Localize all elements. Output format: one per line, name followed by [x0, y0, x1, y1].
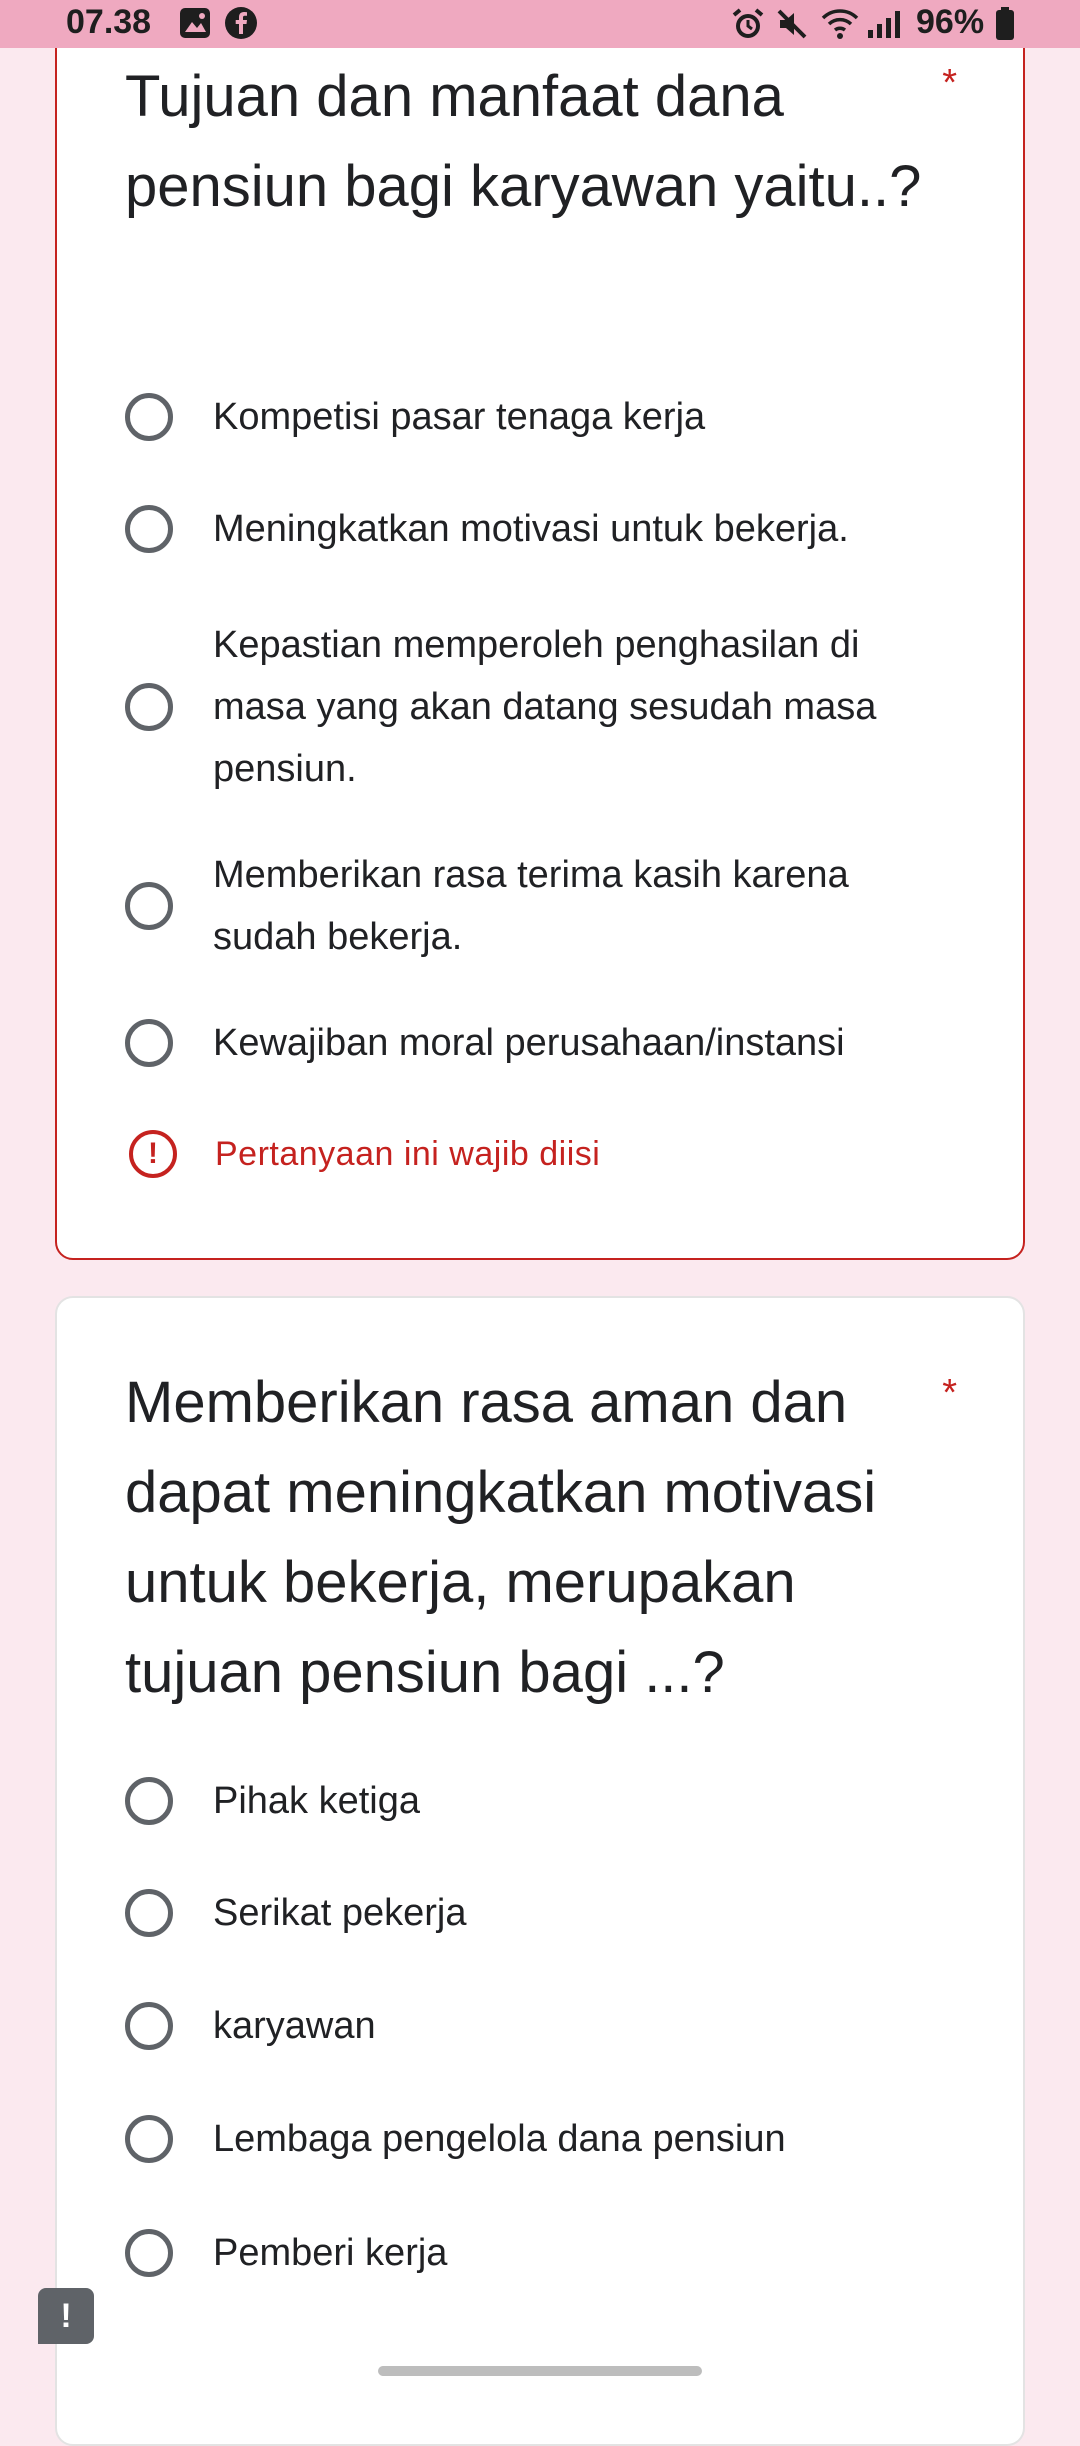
- required-marker: *: [942, 62, 957, 104]
- radio-button[interactable]: [125, 1019, 173, 1067]
- wifi-icon: [820, 6, 860, 47]
- radio-button[interactable]: [125, 2115, 173, 2163]
- home-indicator[interactable]: [378, 2366, 702, 2376]
- error-icon: !: [129, 1130, 177, 1178]
- error-message: Pertanyaan ini wajib diisi: [215, 1134, 601, 1173]
- option-2[interactable]: Meningkatkan motivasi untuk bekerja.: [125, 498, 975, 560]
- option-4[interactable]: Lembaga pengelola dana pensiun: [125, 2108, 975, 2170]
- option-3[interactable]: karyawan: [125, 1995, 975, 2057]
- question-card-2: Memberikan rasa aman dan dapat meningkat…: [55, 1296, 1025, 2446]
- option-1[interactable]: Kompetisi pasar tenaga kerja: [125, 386, 975, 448]
- option-3[interactable]: Kepastian memperoleh penghasilan di masa…: [125, 614, 975, 800]
- question-title: Memberikan rasa aman dan dapat meningkat…: [125, 1370, 877, 1705]
- radio-button[interactable]: [125, 505, 173, 553]
- radio-button[interactable]: [125, 2002, 173, 2050]
- option-4[interactable]: Memberikan rasa terima kasih karena suda…: [125, 844, 975, 968]
- option-5[interactable]: Pemberi kerja: [125, 2222, 975, 2284]
- radio-button[interactable]: [125, 2229, 173, 2277]
- signal-icon: [864, 6, 904, 47]
- radio-button[interactable]: [125, 683, 173, 731]
- radio-button[interactable]: [125, 882, 173, 930]
- validation-error: ! Pertanyaan ini wajib diisi: [129, 1130, 600, 1178]
- option-label: Meningkatkan motivasi untuk bekerja.: [213, 508, 849, 550]
- facebook-icon: [224, 6, 258, 45]
- option-label: Serikat pekerja: [213, 1892, 467, 1934]
- question-card-1: Tujuan dan manfaat dana pensiun bagi kar…: [55, 20, 1025, 1260]
- status-time: 07.38: [66, 3, 152, 41]
- option-label: Kompetisi pasar tenaga kerja: [213, 396, 706, 438]
- battery-icon: [994, 6, 1016, 47]
- radio-button[interactable]: [125, 393, 173, 441]
- battery-percent: 96%: [916, 3, 985, 41]
- option-1[interactable]: Pihak ketiga: [125, 1770, 975, 1832]
- option-label: Pemberi kerja: [213, 2232, 448, 2274]
- option-label: Memberikan rasa terima kasih karena suda…: [213, 854, 849, 958]
- option-2[interactable]: Serikat pekerja: [125, 1882, 975, 1944]
- option-label: Kepastian memperoleh penghasilan di masa…: [213, 624, 877, 790]
- feedback-button[interactable]: !: [38, 2288, 94, 2344]
- status-bar: 07.38 96%: [0, 0, 1080, 48]
- question-title: Tujuan dan manfaat dana pensiun bagi kar…: [125, 64, 922, 219]
- radio-button[interactable]: [125, 1889, 173, 1937]
- alarm-icon: [730, 6, 766, 47]
- option-label: Pihak ketiga: [213, 1780, 421, 1822]
- option-5[interactable]: Kewajiban moral perusahaan/instansi: [125, 1012, 975, 1074]
- mute-icon: [774, 6, 810, 47]
- required-marker: *: [942, 1372, 957, 1414]
- option-label: karyawan: [213, 2005, 376, 2047]
- gallery-icon: [178, 6, 212, 45]
- option-label: Lembaga pengelola dana pensiun: [213, 2118, 786, 2160]
- option-label: Kewajiban moral perusahaan/instansi: [213, 1022, 845, 1064]
- radio-button[interactable]: [125, 1777, 173, 1825]
